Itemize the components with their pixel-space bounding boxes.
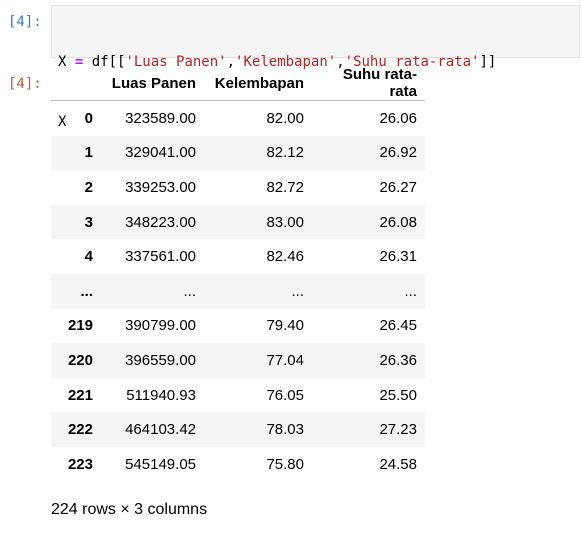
row-index: 220 [67,351,93,369]
table-cell: 545149.05 [125,455,196,473]
table-header-row: Luas Panen Kelembapan Suhu rata-rata [51,66,425,101]
table-cell: 24.58 [379,455,417,473]
row-index: ... [80,282,93,300]
table-row: 220 396559.00 77.04 26.36 [51,343,425,378]
table-cell: 25.50 [379,386,417,404]
table-cell: 396559.00 [125,351,196,369]
table-cell: 26.36 [379,351,417,369]
table-cell: 464103.42 [125,421,196,439]
code-token: ]] [479,54,497,70]
row-index: 221 [67,386,93,404]
table-row: ............ [51,273,425,309]
table-cell: 26.45 [379,317,417,335]
dataframe-output: Luas Panen Kelembapan Suhu rata-rata 0 3235… [51,66,425,482]
column-header: Luas Panen [101,66,204,101]
table-cell: ... [183,282,196,300]
table-cell: 26.08 [379,213,417,231]
table-cell: 82.46 [266,248,304,266]
table-cell: 26.06 [379,109,417,127]
table-cell: 26.92 [379,144,417,162]
column-header: Kelembapan [204,66,312,101]
table-cell: 27.23 [379,421,417,439]
row-index: 0 [84,109,93,127]
table-row: 219 390799.00 79.40 26.45 [51,309,425,344]
table-row: 3 348223.00 83.00 26.08 [51,204,425,240]
table-cell: 390799.00 [125,317,196,335]
table-cell: 78.03 [266,421,304,439]
row-index: 223 [67,455,93,473]
table-cell: 329041.00 [125,144,196,162]
table-cell: ... [404,282,417,300]
table-row: 2 339253.00 82.72 26.27 [51,170,425,205]
row-index: 219 [67,317,93,335]
table-cell: 83.00 [266,213,304,231]
index-header [51,66,101,101]
table-cell: 348223.00 [125,213,196,231]
row-index: 2 [84,178,93,196]
dataframe-table: Luas Panen Kelembapan Suhu rata-rata 0 3235… [51,66,425,482]
input-prompt: [4]: [8,14,42,30]
table-row: 1 329041.00 82.12 26.92 [51,135,425,171]
table-row: 0 323589.00 82.00 26.06 [51,101,425,136]
output-prompt: [4]: [8,76,42,92]
table-cell: 337561.00 [125,248,196,266]
table-row: 221 511940.93 76.05 25.50 [51,378,425,413]
table-cell: ... [291,282,304,300]
table-cell: 75.80 [266,455,304,473]
table-cell: 511940.93 [126,386,196,404]
table-cell: 79.40 [266,317,304,335]
table-cell: 339253.00 [125,178,196,196]
dataframe-shape-summary: 224 rows × 3 columns [51,501,208,518]
table-cell: 323589.00 [125,109,196,127]
row-index: 4 [84,248,93,266]
table-cell: 82.12 [266,144,304,162]
row-index: 3 [84,213,93,231]
column-header: Suhu rata-rata [312,66,425,101]
table-cell: 77.04 [266,351,304,369]
row-index: 222 [67,421,93,439]
table-cell: 76.05 [266,386,304,404]
table-cell: 82.00 [266,109,304,127]
table-row: 222 464103.42 78.03 27.23 [51,412,425,447]
table-cell: 26.27 [379,178,417,196]
table-cell: 26.31 [379,248,417,266]
row-index: 1 [84,144,93,162]
table-row: 4 337561.00 82.46 26.31 [51,239,425,274]
table-cell: 82.72 [266,178,304,196]
table-row: 223 545149.05 75.80 24.58 [51,447,425,482]
code-cell[interactable]: X = df[['Luas Panen','Kelembapan','Suhu … [51,5,580,130]
